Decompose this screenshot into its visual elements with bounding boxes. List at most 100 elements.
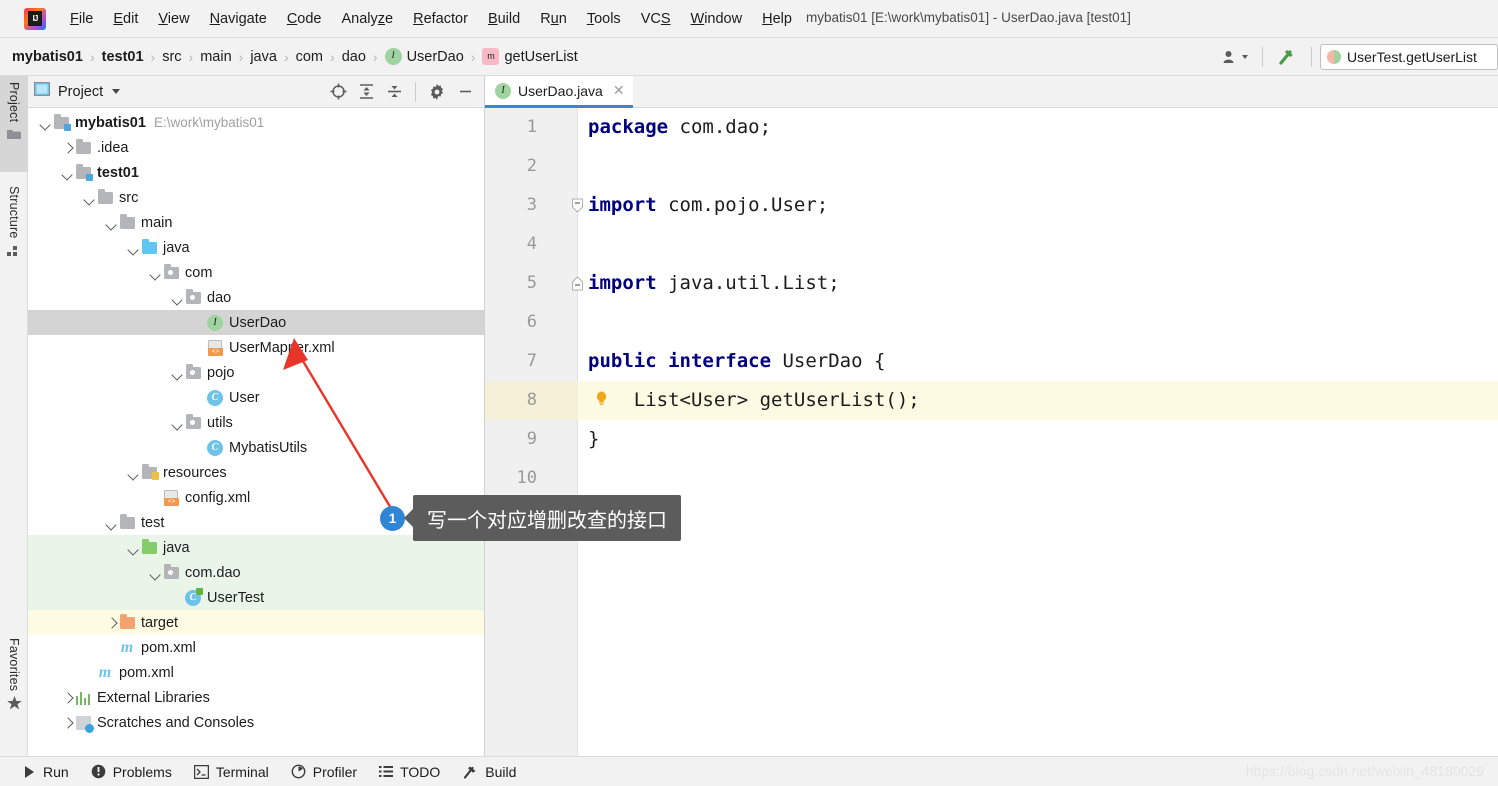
code-line-5: 5 import java.util.List;: [485, 264, 1498, 303]
code-line-8: 8 List<User> getUserList();: [485, 381, 1498, 420]
tree-node-java[interactable]: java: [28, 235, 484, 260]
tree-node-usertest[interactable]: C UserTest: [28, 585, 484, 610]
status-problems[interactable]: Problems: [91, 764, 172, 780]
chevron-right-icon[interactable]: [60, 716, 74, 730]
menu-navigate[interactable]: Navigate: [200, 7, 277, 31]
breadcrumb-item-test01[interactable]: test01: [102, 49, 144, 65]
menu-view[interactable]: View: [148, 7, 199, 31]
tree-node-resources[interactable]: resources: [28, 460, 484, 485]
chevron-down-icon[interactable]: [104, 516, 118, 530]
tree-node-label: main: [141, 214, 173, 231]
code-editor[interactable]: 1 package com.dao; 2 3 import com.pojo.User;…: [485, 108, 1498, 756]
chevron-down-icon[interactable]: [104, 216, 118, 230]
tree-node-pojo[interactable]: pojo: [28, 360, 484, 385]
folder-gray-icon: [75, 138, 91, 154]
tree-node-target[interactable]: target: [28, 610, 484, 635]
tree-node-com-dao[interactable]: com.dao: [28, 560, 484, 585]
tree-node-scratches-and-consoles[interactable]: Scratches and Consoles: [28, 710, 484, 735]
menu-build[interactable]: Build: [478, 7, 530, 31]
editor-tab-userdao[interactable]: I UserDao.java ✕: [485, 76, 633, 108]
chevron-down-icon[interactable]: [38, 116, 52, 130]
tree-node-mybatisutils[interactable]: C MybatisUtils: [28, 435, 484, 460]
breadcrumb-item-userdao[interactable]: I UserDao: [384, 48, 464, 65]
tree-node-mybatis01[interactable]: mybatis01 E:\work\mybatis01: [28, 110, 484, 135]
menu-analyze[interactable]: Analyze: [332, 7, 404, 31]
chevron-down-icon[interactable]: [126, 466, 140, 480]
chevron-down-icon[interactable]: [148, 566, 162, 580]
menu-window[interactable]: Window: [681, 7, 753, 31]
tree-node-userdao[interactable]: I UserDao: [28, 310, 484, 335]
fold-start-icon[interactable]: [571, 198, 584, 213]
menu-file[interactable]: File: [60, 7, 103, 31]
menu-help[interactable]: Help: [752, 7, 802, 31]
chevron-down-icon[interactable]: [170, 291, 184, 305]
breadcrumb-item-main[interactable]: main: [200, 49, 231, 65]
status-terminal[interactable]: Terminal: [193, 764, 269, 780]
status-problems-label: Problems: [112, 763, 172, 780]
chevron-down-icon[interactable]: [148, 266, 162, 280]
chevron-down-icon[interactable]: [126, 241, 140, 255]
project-tree: mybatis01 E:\work\mybatis01 .idea test01 src…: [28, 108, 484, 735]
toolbar-right: UserTest.getUserList: [1216, 38, 1498, 76]
menu-code[interactable]: Code: [277, 7, 332, 31]
build-hammer-icon[interactable]: [1271, 47, 1303, 67]
menu-refactor[interactable]: Refactor: [403, 7, 478, 31]
menu-run[interactable]: Run: [530, 7, 577, 31]
locate-target-icon[interactable]: [329, 83, 347, 101]
breadcrumb-item-java[interactable]: java: [250, 49, 277, 65]
chevron-down-icon[interactable]: [112, 89, 121, 94]
line-number: 3: [526, 195, 537, 215]
menu-vcs[interactable]: VCS: [631, 7, 681, 31]
breadcrumb-separator: ›: [188, 48, 194, 65]
status-run[interactable]: Run: [22, 764, 69, 780]
chevron-down-icon[interactable]: [126, 541, 140, 555]
chevron-right-icon[interactable]: [60, 141, 74, 155]
breadcrumb-item-getuserlist[interactable]: m getUserList: [482, 48, 578, 65]
tree-node-test01[interactable]: test01: [28, 160, 484, 185]
tree-node-pom-xml[interactable]: m pom.xml: [28, 660, 484, 685]
breadcrumb-item-com[interactable]: com: [296, 49, 323, 65]
breadcrumb-label: test01: [101, 48, 144, 65]
user-dropdown-icon[interactable]: [1216, 49, 1254, 66]
menu-tools[interactable]: Tools: [577, 7, 631, 31]
tree-node-user[interactable]: C User: [28, 385, 484, 410]
close-icon[interactable]: ✕: [613, 82, 625, 99]
status-todo[interactable]: TODO: [379, 764, 440, 780]
collapse-all-icon[interactable]: [385, 83, 403, 101]
status-profiler[interactable]: Profiler: [291, 764, 357, 780]
tree-node-src[interactable]: src: [28, 185, 484, 210]
fold-end-icon[interactable]: [571, 276, 584, 291]
status-build[interactable]: Build: [462, 764, 516, 780]
menu-edit[interactable]: Edit: [103, 7, 148, 31]
tree-node-utils[interactable]: utils: [28, 410, 484, 435]
editor-area: I UserDao.java ✕ 1 package com.dao; 2 3 impo…: [485, 76, 1498, 756]
settings-gear-icon[interactable]: [428, 83, 446, 101]
breadcrumb-item-mybatis01[interactable]: mybatis01: [12, 49, 83, 65]
chevron-right-icon[interactable]: [104, 616, 118, 630]
module-folder-icon: [53, 113, 71, 131]
tool-tab-favorites[interactable]: Favorites: [0, 632, 28, 736]
breadcrumb-item-src[interactable]: src: [162, 49, 181, 65]
tool-tab-project[interactable]: Project: [0, 76, 28, 172]
breadcrumb-item-dao[interactable]: dao: [342, 49, 366, 65]
expand-all-icon[interactable]: [357, 83, 375, 101]
folder-gray-icon: [119, 513, 135, 529]
hide-panel-icon[interactable]: [456, 83, 474, 101]
chevron-down-icon[interactable]: [82, 191, 96, 205]
tree-node-usermapper-xml[interactable]: UserMapper.xml: [28, 335, 484, 360]
line-number: 8: [526, 390, 537, 410]
tree-node-com[interactable]: com: [28, 260, 484, 285]
tree-node-main[interactable]: main: [28, 210, 484, 235]
tree-node-pom-xml[interactable]: m pom.xml: [28, 635, 484, 660]
chevron-right-icon[interactable]: [60, 691, 74, 705]
tree-node-external-libraries[interactable]: External Libraries: [28, 685, 484, 710]
intellij-idea-logo-icon: [24, 7, 46, 30]
chevron-down-icon[interactable]: [170, 366, 184, 380]
tree-node--idea[interactable]: .idea: [28, 135, 484, 160]
breadcrumb-separator: ›: [372, 48, 378, 65]
tool-tab-structure[interactable]: Structure: [0, 180, 28, 284]
run-configuration-selector[interactable]: UserTest.getUserList: [1320, 44, 1498, 70]
chevron-down-icon[interactable]: [170, 416, 184, 430]
tree-node-dao[interactable]: dao: [28, 285, 484, 310]
chevron-down-icon[interactable]: [60, 166, 74, 180]
